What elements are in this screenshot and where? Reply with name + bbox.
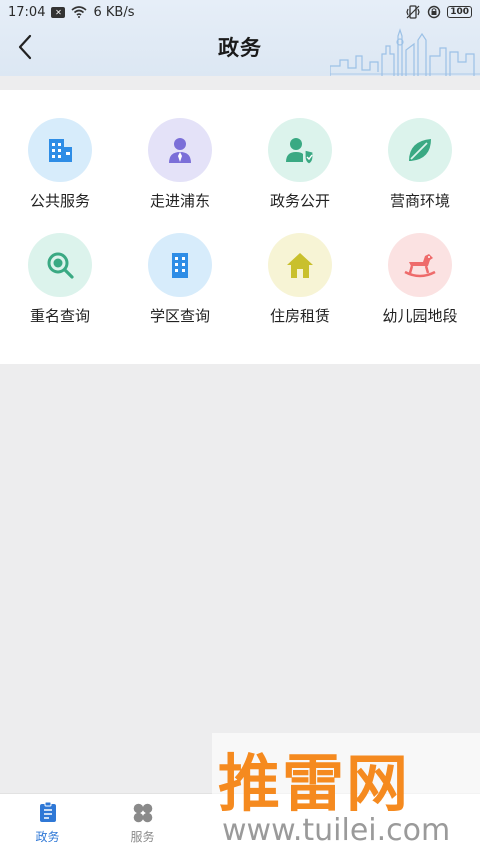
wifi-icon bbox=[71, 6, 87, 18]
grid-item-public-service[interactable]: 公共服务 bbox=[0, 118, 120, 211]
house-icon bbox=[287, 253, 313, 278]
user-shield-icon bbox=[286, 138, 314, 165]
chevron-left-icon bbox=[18, 34, 32, 60]
watermark-brand: 推雷网 bbox=[218, 747, 411, 820]
battery-icon: 100 bbox=[447, 6, 472, 18]
grid-item-label: 营商环境 bbox=[389, 192, 450, 210]
document-icon bbox=[39, 802, 56, 822]
vibrate-icon bbox=[406, 5, 420, 19]
grid-item-label: 住房租赁 bbox=[269, 307, 330, 325]
watermark-url: www.tuilei.com bbox=[222, 813, 451, 848]
grid-item-kindergarten[interactable]: 幼儿园地段 bbox=[360, 233, 480, 326]
navigation-bar: 政务 bbox=[0, 24, 480, 70]
icon-circle bbox=[388, 118, 452, 182]
header: 17:04 ✕ 6 KB/s 100 政务 bbox=[0, 0, 480, 76]
grid-item-label: 公共服务 bbox=[29, 192, 90, 210]
watermark: 推雷网 www.tuilei.com bbox=[212, 733, 480, 853]
service-grid: 公共服务 走进浦东 政务公开 营商环境 重名查询 学区查询 住房租赁 幼儿园地段 bbox=[0, 118, 480, 326]
tab-label: 服务 bbox=[130, 830, 155, 844]
magnifier-icon bbox=[47, 252, 74, 279]
back-button[interactable] bbox=[10, 32, 40, 62]
notification-icon: ✕ bbox=[51, 6, 66, 18]
office-building-icon bbox=[172, 253, 188, 278]
icon-circle bbox=[28, 118, 92, 182]
grid-item-housing-rental[interactable]: 住房租赁 bbox=[240, 233, 360, 326]
icon-circle bbox=[148, 118, 212, 182]
icon-circle bbox=[148, 233, 212, 297]
leaf-icon bbox=[409, 139, 431, 161]
grid-item-gov-disclosure[interactable]: 政务公开 bbox=[240, 118, 360, 211]
grid-item-label: 走进浦东 bbox=[149, 192, 210, 210]
icon-circle bbox=[268, 233, 332, 297]
grid-item-name-check[interactable]: 重名查询 bbox=[0, 233, 120, 326]
alarm-icon bbox=[428, 5, 441, 19]
tab-government[interactable]: 政务 bbox=[0, 794, 95, 853]
rocking-horse-icon bbox=[404, 254, 436, 278]
grid-item-visit-pudong[interactable]: 走进浦东 bbox=[120, 118, 240, 211]
building-icon bbox=[49, 139, 72, 162]
service-panel: 公共服务 走进浦东 政务公开 营商环境 重名查询 学区查询 住房租赁 幼儿园地段 bbox=[0, 90, 480, 364]
network-speed: 6 KB/s bbox=[93, 4, 135, 20]
icon-circle bbox=[388, 233, 452, 297]
grid-item-label: 幼儿园地段 bbox=[382, 307, 458, 325]
grid-item-label: 学区查询 bbox=[149, 307, 210, 325]
icon-circle bbox=[268, 118, 332, 182]
tab-label: 政务 bbox=[35, 830, 60, 844]
page-title: 政务 bbox=[218, 36, 262, 60]
icon-circle bbox=[28, 233, 92, 297]
grid-item-label: 重名查询 bbox=[29, 307, 90, 325]
status-time: 17:04 bbox=[8, 4, 46, 20]
grid-item-school-district[interactable]: 学区查询 bbox=[120, 233, 240, 326]
person-icon bbox=[169, 138, 191, 163]
status-bar: 17:04 ✕ 6 KB/s 100 bbox=[0, 0, 480, 24]
tab-services[interactable]: 服务 bbox=[95, 794, 190, 853]
clover-icon bbox=[133, 803, 152, 823]
grid-item-business-env[interactable]: 营商环境 bbox=[360, 118, 480, 211]
grid-item-label: 政务公开 bbox=[269, 192, 330, 210]
